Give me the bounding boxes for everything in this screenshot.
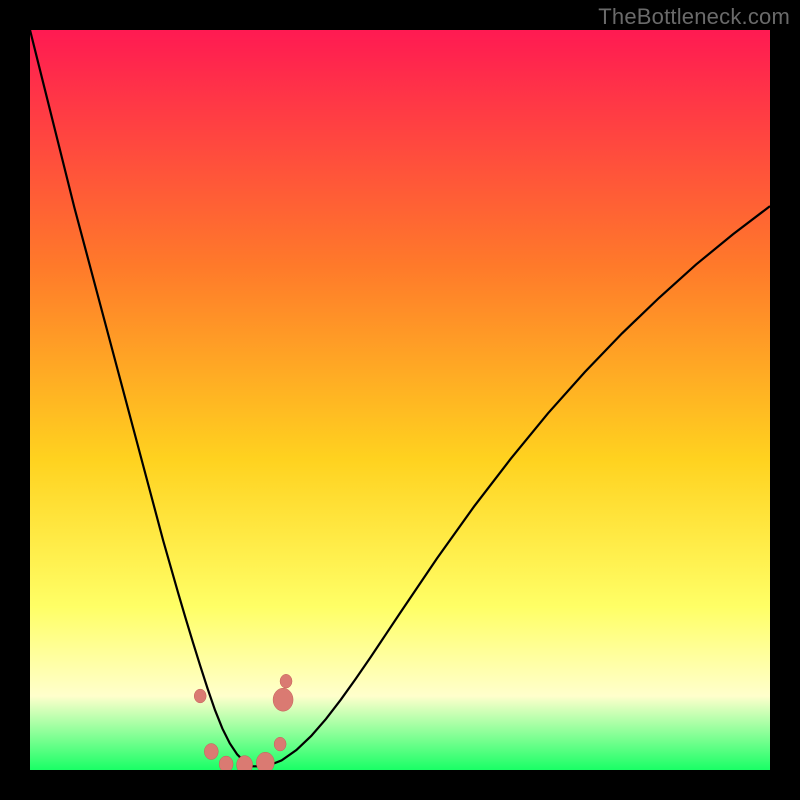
data-marker [274,737,286,751]
gradient-background [30,30,770,770]
watermark-text: TheBottleneck.com [598,4,790,30]
data-marker [194,689,206,703]
data-marker [273,688,293,711]
chart-container: TheBottleneck.com [0,0,800,800]
data-marker [204,743,218,759]
data-marker [280,674,292,688]
data-marker [256,752,274,770]
bottleneck-chart [30,30,770,770]
data-marker [219,756,233,770]
